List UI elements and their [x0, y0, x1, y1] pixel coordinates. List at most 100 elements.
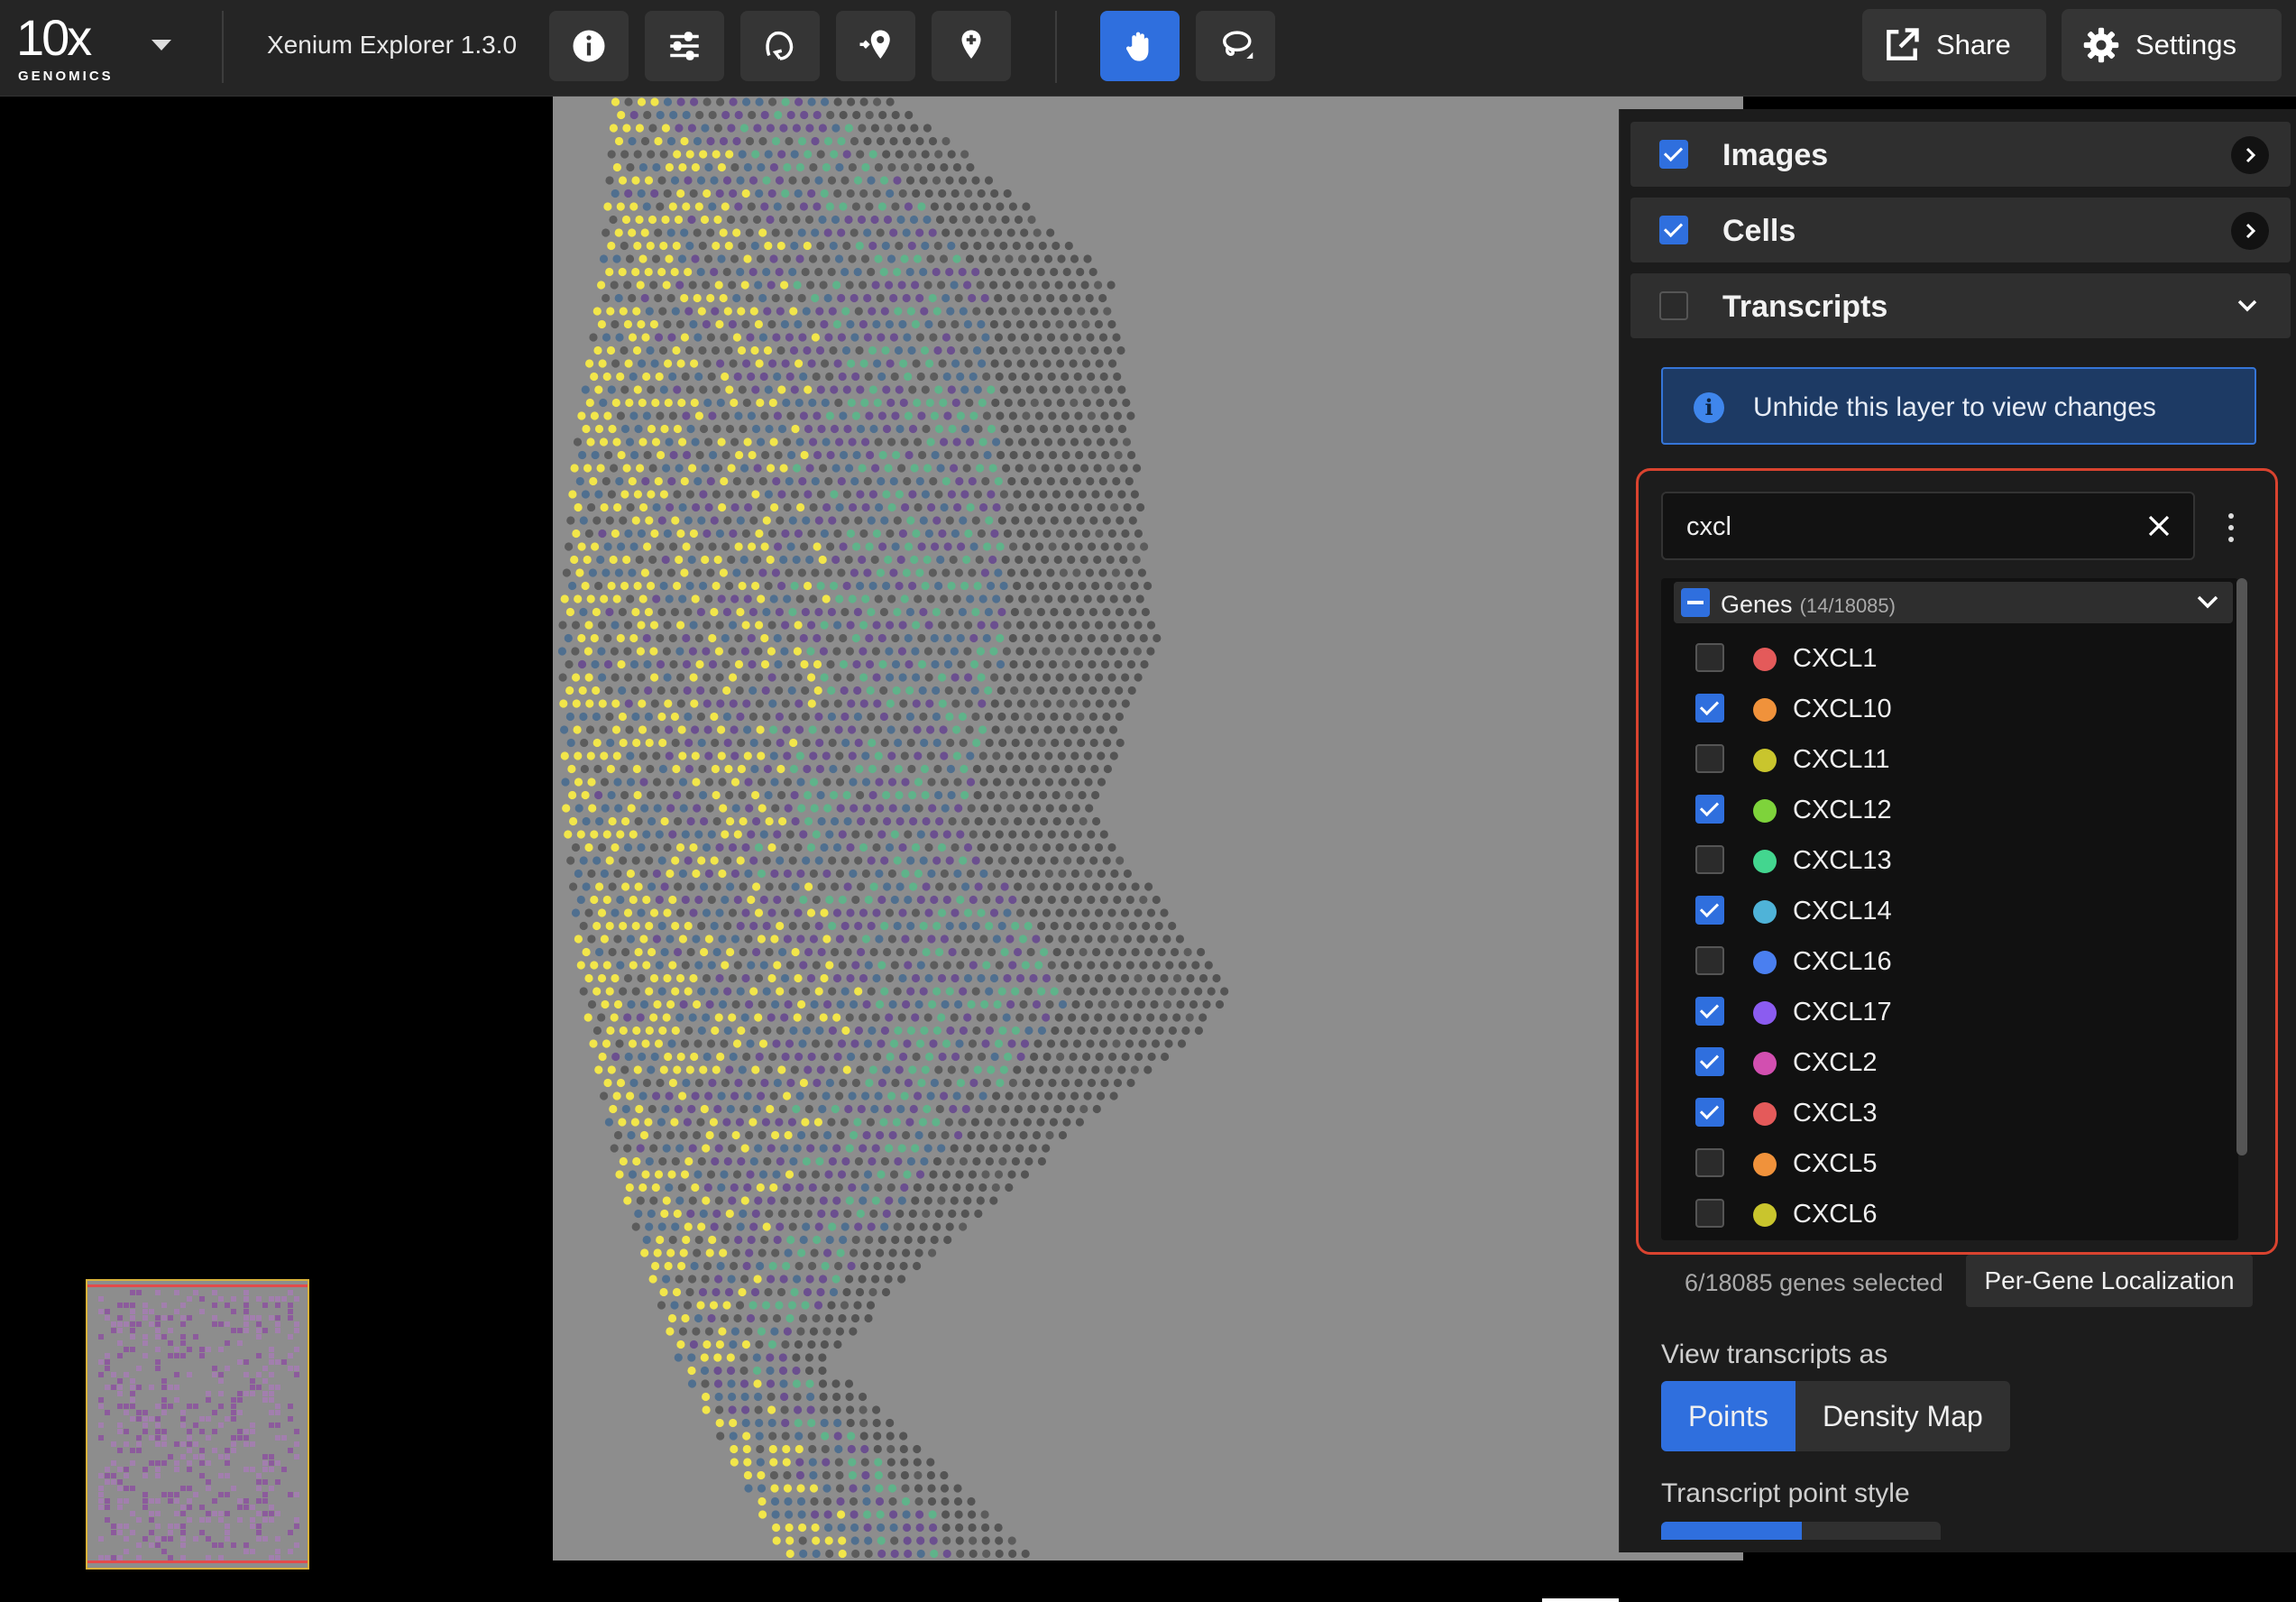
gene-name: CXCL16 — [1793, 947, 1892, 976]
more-options-icon[interactable] — [2227, 513, 2235, 542]
gene-color-swatch[interactable] — [1753, 698, 1777, 722]
gene-list: Genes (14/18085) CXCL1 CXCL10 CXCL11 CXCL12 C… — [1661, 578, 2238, 1240]
share-button[interactable]: Share — [1862, 9, 2046, 81]
sliders-icon — [670, 32, 699, 60]
gene-row[interactable]: CXCL11 — [1661, 733, 2220, 784]
gene-row[interactable]: CXCL3 — [1661, 1087, 2220, 1137]
gene-list-scrollbar[interactable] — [2236, 578, 2247, 1155]
info-icon — [573, 30, 605, 62]
tissue-image[interactable] — [553, 97, 1743, 1561]
expand-images-button[interactable] — [2231, 136, 2269, 174]
info-button[interactable] — [549, 11, 629, 81]
scale-bar — [1542, 1598, 1619, 1602]
density-map-option[interactable]: Density Map — [1795, 1381, 2010, 1451]
layer-transcripts[interactable]: Transcripts — [1630, 273, 2291, 338]
adjustments-button[interactable] — [645, 11, 724, 81]
gene-name: CXCL12 — [1793, 796, 1892, 824]
gene-checkbox[interactable] — [1695, 694, 1724, 723]
lasso-icon — [1223, 31, 1254, 59]
gene-row[interactable]: CXCL14 — [1661, 885, 2220, 935]
gene-checkbox[interactable] — [1695, 946, 1724, 975]
search-input[interactable] — [1685, 510, 2121, 544]
add-pin-button[interactable] — [932, 11, 1011, 81]
gene-row[interactable]: CXCL10 — [1661, 683, 2220, 733]
gene-name: CXCL6 — [1793, 1200, 1878, 1229]
tissue-spots — [557, 97, 1229, 1559]
add-location-button[interactable] — [836, 11, 915, 81]
gene-name: CXCL17 — [1793, 998, 1892, 1027]
add-pin-icon — [961, 30, 981, 59]
hand-lasso-icon — [766, 31, 794, 60]
lasso-tool-button[interactable] — [1196, 11, 1275, 81]
gene-checkbox[interactable] — [1695, 643, 1724, 672]
gene-search — [1661, 492, 2195, 560]
close-icon[interactable] — [2144, 511, 2173, 540]
view-as-label: View transcripts as — [1661, 1340, 1888, 1369]
layer-cells[interactable]: Cells — [1630, 198, 2291, 262]
points-option[interactable]: Points — [1661, 1381, 1795, 1451]
cells-checkbox[interactable] — [1659, 216, 1688, 244]
layer-label: Cells — [1722, 214, 1796, 248]
gene-row[interactable]: CXCL12 — [1661, 784, 2220, 834]
gene-color-swatch[interactable] — [1753, 799, 1777, 823]
freehand-select-button[interactable] — [740, 11, 820, 81]
gene-color-swatch[interactable] — [1753, 1153, 1777, 1176]
gene-color-swatch[interactable] — [1753, 1001, 1777, 1025]
pan-tool-button[interactable] — [1100, 11, 1180, 81]
per-gene-localization-button[interactable]: Per-Gene Localization — [1966, 1255, 2253, 1307]
top-toolbar: 10x GENOMICS Xenium Explorer 1.3.0 Share… — [0, 0, 2296, 97]
gene-checkbox[interactable] — [1695, 795, 1724, 824]
chevron-right-icon — [2245, 223, 2256, 239]
gene-checkbox[interactable] — [1695, 896, 1724, 925]
chevron-down-icon[interactable] — [152, 40, 171, 51]
layer-label: Transcripts — [1722, 290, 1888, 324]
gene-row[interactable]: CXCL2 — [1661, 1036, 2220, 1087]
chevron-down-icon[interactable] — [2195, 591, 2220, 614]
divider — [222, 11, 224, 83]
gene-row[interactable]: CXCL13 — [1661, 834, 2220, 885]
gene-color-swatch[interactable] — [1753, 900, 1777, 924]
gene-row[interactable]: CXCL5 — [1661, 1137, 2220, 1188]
layers-panel: Images Cells Transcripts i Unhide this l… — [1619, 109, 2296, 1552]
gene-name: CXCL10 — [1793, 695, 1892, 723]
gene-color-swatch[interactable] — [1753, 1102, 1777, 1126]
genes-group-label: Genes (14/18085) — [1721, 591, 1896, 618]
gene-checkbox[interactable] — [1695, 1047, 1724, 1076]
gene-name: CXCL3 — [1793, 1099, 1878, 1128]
gene-checkbox[interactable] — [1695, 744, 1724, 773]
gene-row[interactable]: CXCL1 — [1661, 632, 2220, 683]
gene-checkbox[interactable] — [1695, 1098, 1724, 1127]
gene-color-swatch[interactable] — [1753, 648, 1777, 671]
images-checkbox[interactable] — [1659, 140, 1688, 169]
share-label: Share — [1936, 29, 2011, 60]
genes-group-checkbox[interactable] — [1681, 588, 1710, 617]
gene-checkbox[interactable] — [1695, 1199, 1724, 1228]
gene-color-swatch[interactable] — [1753, 951, 1777, 974]
gene-name: CXCL2 — [1793, 1048, 1878, 1077]
gene-checkbox[interactable] — [1695, 997, 1724, 1026]
settings-label: Settings — [2135, 29, 2237, 60]
minimap-thumbnail — [98, 1290, 299, 1561]
minimap-viewport-edge — [87, 1284, 308, 1287]
gene-row[interactable]: CXCL6 — [1661, 1188, 2220, 1238]
gene-row[interactable]: CXCL16 — [1661, 935, 2220, 986]
gene-checkbox[interactable] — [1695, 845, 1724, 874]
gear-icon — [2083, 27, 2119, 63]
genes-group-header[interactable]: Genes (14/18085) — [1674, 582, 2233, 623]
logo[interactable]: 10x GENOMICS — [16, 9, 115, 84]
gene-color-swatch[interactable] — [1753, 749, 1777, 772]
gene-row[interactable]: CXCL17 — [1661, 986, 2220, 1036]
gene-color-swatch[interactable] — [1753, 1052, 1777, 1075]
layer-images[interactable]: Images — [1630, 122, 2291, 187]
gene-color-swatch[interactable] — [1753, 850, 1777, 873]
transcripts-checkbox[interactable] — [1659, 291, 1688, 320]
point-style-toggle[interactable] — [1661, 1522, 1941, 1540]
expand-cells-button[interactable] — [2231, 212, 2269, 250]
chevron-down-icon[interactable] — [2235, 293, 2260, 318]
gene-name: CXCL14 — [1793, 897, 1892, 925]
settings-button[interactable]: Settings — [2062, 9, 2282, 81]
minimap[interactable] — [86, 1279, 309, 1570]
selection-count: 6/18085 genes selected — [1685, 1269, 1943, 1296]
gene-checkbox[interactable] — [1695, 1148, 1724, 1177]
gene-color-swatch[interactable] — [1753, 1203, 1777, 1227]
